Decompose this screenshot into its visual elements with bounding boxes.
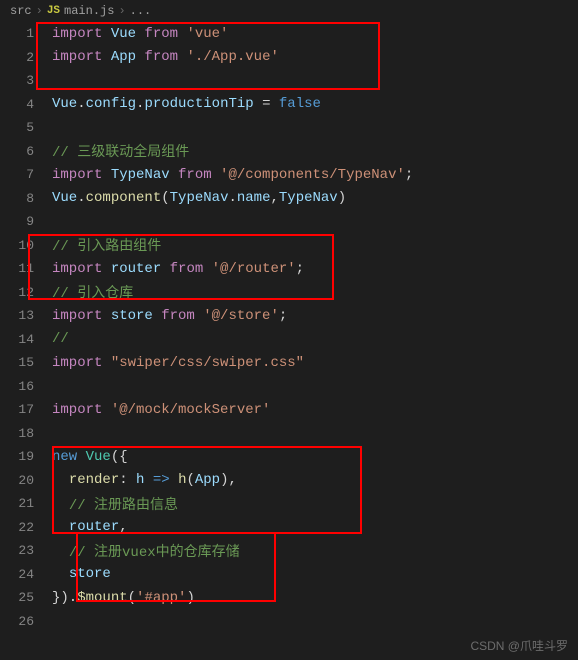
code-content[interactable]: store	[52, 566, 111, 582]
line-number: 16	[0, 379, 52, 394]
line-number: 19	[0, 449, 52, 464]
js-file-icon: JS	[47, 5, 60, 17]
code-content[interactable]: // 注册路由信息	[52, 494, 178, 514]
watermark: CSDN @爪哇斗罗	[470, 637, 568, 654]
chevron-right-icon: ›	[36, 4, 43, 18]
line-number: 21	[0, 496, 52, 511]
code-line[interactable]: 13import store from '@/store';	[0, 304, 578, 328]
line-number: 9	[0, 214, 52, 229]
line-number: 11	[0, 261, 52, 276]
code-content[interactable]: import App from './App.vue'	[52, 49, 279, 65]
breadcrumb-file[interactable]: main.js	[64, 4, 114, 18]
code-content[interactable]: import router from '@/router';	[52, 261, 304, 277]
line-number: 6	[0, 144, 52, 159]
code-line[interactable]: 19new Vue({	[0, 445, 578, 469]
code-content[interactable]: import Vue from 'vue'	[52, 26, 228, 42]
code-content[interactable]: render: h => h(App),	[52, 472, 237, 488]
line-number: 5	[0, 120, 52, 135]
code-line[interactable]: 1import Vue from 'vue'	[0, 22, 578, 46]
code-line[interactable]: 16	[0, 375, 578, 399]
code-line[interactable]: 3	[0, 69, 578, 93]
code-line[interactable]: 23 // 注册vuex中的仓库存储	[0, 539, 578, 563]
line-number: 8	[0, 191, 52, 206]
code-line[interactable]: 12// 引入仓库	[0, 281, 578, 305]
line-number: 23	[0, 543, 52, 558]
line-number: 12	[0, 285, 52, 300]
line-number: 14	[0, 332, 52, 347]
code-line[interactable]: 5	[0, 116, 578, 140]
code-line[interactable]: 22 router,	[0, 516, 578, 540]
code-line[interactable]: 17import '@/mock/mockServer'	[0, 398, 578, 422]
code-content[interactable]: // 引入仓库	[52, 282, 133, 302]
line-number: 22	[0, 520, 52, 535]
line-number: 20	[0, 473, 52, 488]
code-content[interactable]: import "swiper/css/swiper.css"	[52, 355, 304, 371]
line-number: 15	[0, 355, 52, 370]
line-number: 3	[0, 73, 52, 88]
code-content[interactable]: Vue.component(TypeNav.name,TypeNav)	[52, 190, 346, 206]
code-content[interactable]: router,	[52, 519, 128, 535]
code-content[interactable]: //	[52, 331, 69, 347]
line-number: 10	[0, 238, 52, 253]
code-line[interactable]: 2import App from './App.vue'	[0, 46, 578, 70]
code-line[interactable]: 14//	[0, 328, 578, 352]
line-number: 1	[0, 26, 52, 41]
line-number: 25	[0, 590, 52, 605]
code-line[interactable]: 9	[0, 210, 578, 234]
line-number: 7	[0, 167, 52, 182]
code-line[interactable]: 4Vue.config.productionTip = false	[0, 93, 578, 117]
line-number: 17	[0, 402, 52, 417]
code-content[interactable]: // 三级联动全局组件	[52, 141, 189, 161]
breadcrumb-more[interactable]: ...	[130, 4, 152, 18]
code-line[interactable]: 10// 引入路由组件	[0, 234, 578, 258]
code-line[interactable]: 8Vue.component(TypeNav.name,TypeNav)	[0, 187, 578, 211]
line-number: 13	[0, 308, 52, 323]
code-content[interactable]: new Vue({	[52, 449, 128, 465]
code-line[interactable]: 21 // 注册路由信息	[0, 492, 578, 516]
code-content[interactable]: import store from '@/store';	[52, 308, 287, 324]
code-line[interactable]: 24 store	[0, 563, 578, 587]
code-line[interactable]: 20 render: h => h(App),	[0, 469, 578, 493]
line-number: 26	[0, 614, 52, 629]
code-line[interactable]: 11import router from '@/router';	[0, 257, 578, 281]
line-number: 24	[0, 567, 52, 582]
line-number: 2	[0, 50, 52, 65]
code-content[interactable]: import '@/mock/mockServer'	[52, 402, 270, 418]
breadcrumb[interactable]: src › JS main.js › ...	[0, 0, 578, 22]
code-line[interactable]: 7import TypeNav from '@/components/TypeN…	[0, 163, 578, 187]
code-line[interactable]: 26	[0, 610, 578, 634]
code-content[interactable]: import TypeNav from '@/components/TypeNa…	[52, 167, 413, 183]
breadcrumb-folder[interactable]: src	[10, 4, 32, 18]
code-content[interactable]: // 注册vuex中的仓库存储	[52, 541, 240, 561]
code-line[interactable]: 25}).$mount('#app')	[0, 586, 578, 610]
line-number: 18	[0, 426, 52, 441]
code-editor[interactable]: 1import Vue from 'vue'2import App from '…	[0, 22, 578, 633]
code-line[interactable]: 15import "swiper/css/swiper.css"	[0, 351, 578, 375]
code-content[interactable]: }).$mount('#app')	[52, 590, 195, 606]
code-line[interactable]: 18	[0, 422, 578, 446]
chevron-right-icon: ›	[118, 4, 125, 18]
code-content[interactable]: Vue.config.productionTip = false	[52, 96, 321, 112]
code-content[interactable]: // 引入路由组件	[52, 235, 161, 255]
line-number: 4	[0, 97, 52, 112]
code-line[interactable]: 6// 三级联动全局组件	[0, 140, 578, 164]
